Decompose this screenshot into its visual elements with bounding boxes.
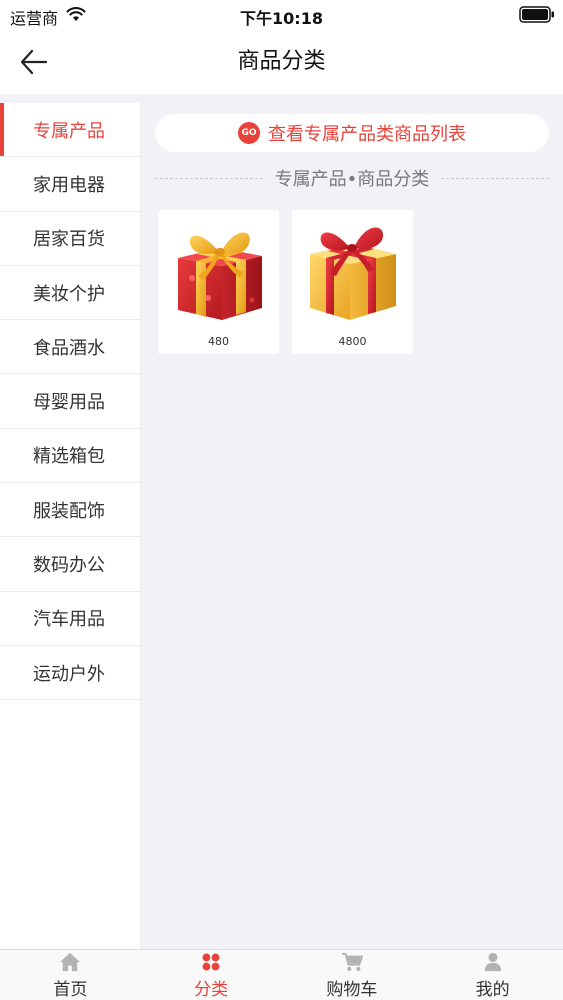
sidebar-item-beauty[interactable]: 美妆个护 <box>0 266 140 321</box>
product-card[interactable]: 4800 <box>292 210 413 354</box>
product-price: 4800 <box>338 335 367 348</box>
product-price: 480 <box>208 335 229 348</box>
sidebar-item-food-drinks[interactable]: 食品酒水 <box>0 320 140 375</box>
gold-gift-box-icon <box>310 227 396 320</box>
sidebar-item-label: 专属产品 <box>33 120 105 142</box>
tab-label: 首页 <box>53 980 88 1000</box>
category-icon <box>202 953 220 971</box>
view-all-label: 查看专属产品类商品列表 <box>268 124 466 145</box>
sidebar-item-baby[interactable]: 母婴用品 <box>0 374 140 429</box>
sidebar-item-label: 家用电器 <box>33 174 105 196</box>
tab-label: 购物车 <box>326 980 378 1000</box>
tab-label: 分类 <box>194 980 229 1000</box>
sidebar-item-apparel[interactable]: 服装配饰 <box>0 483 140 538</box>
sidebar-item-label: 母婴用品 <box>33 392 105 414</box>
nav-bar: 商品分类 <box>0 30 563 94</box>
status-bar: 运营商 下午10:18 <box>0 0 563 30</box>
cart-icon <box>341 952 363 971</box>
category-sidebar: 专属产品 家用电器 居家百货 美妆个护 食品酒水 母婴用品 精选箱包 服装配饰 … <box>0 103 141 949</box>
category-content: GO 查看专属产品类商品列表 专属产品•商品分类 480 4800 <box>141 94 563 949</box>
sidebar-item-label: 数码办公 <box>33 555 105 577</box>
tab-home[interactable]: 首页 <box>0 950 141 1000</box>
home-icon <box>60 952 81 972</box>
sidebar-item-label: 食品酒水 <box>33 337 105 359</box>
sidebar-item-bags[interactable]: 精选箱包 <box>0 429 140 484</box>
tab-label: 我的 <box>475 980 510 1000</box>
sidebar-item-label: 汽车用品 <box>33 609 105 631</box>
battery-icon <box>519 6 554 23</box>
sidebar-item-household[interactable]: 居家百货 <box>0 212 140 266</box>
section-title: 专属产品•商品分类 <box>274 169 430 190</box>
tab-category[interactable]: 分类 <box>141 950 282 1000</box>
view-all-products-button[interactable]: GO 查看专属产品类商品列表 <box>155 114 549 152</box>
sidebar-item-label: 美妆个护 <box>33 283 105 305</box>
go-icon: GO <box>238 122 260 144</box>
tab-cart[interactable]: 购物车 <box>282 950 423 1000</box>
sidebar-item-label: 服装配饰 <box>33 500 105 522</box>
page-title: 商品分类 <box>237 49 326 74</box>
status-time: 下午10:18 <box>240 9 323 28</box>
section-header: 专属产品•商品分类 <box>155 166 549 190</box>
sidebar-item-exclusive[interactable]: 专属产品 <box>0 103 140 158</box>
red-gift-box-icon <box>178 232 262 320</box>
product-grid: 480 4800 <box>158 210 413 354</box>
divider-line <box>155 177 263 179</box>
divider-line <box>441 177 549 179</box>
tab-profile[interactable]: 我的 <box>422 950 563 1000</box>
back-arrow-icon[interactable] <box>16 44 52 80</box>
sidebar-item-auto[interactable]: 汽车用品 <box>0 592 140 646</box>
tab-bar: 首页 分类 购物车 我的 <box>0 949 563 1000</box>
sidebar-item-appliances[interactable]: 家用电器 <box>0 157 140 212</box>
sidebar-item-label: 居家百货 <box>33 229 105 251</box>
sidebar-item-digital-office[interactable]: 数码办公 <box>0 537 140 592</box>
product-card[interactable]: 480 <box>158 210 279 354</box>
profile-icon <box>484 952 501 972</box>
sidebar-item-label: 精选箱包 <box>33 446 105 468</box>
sidebar-item-outdoor[interactable]: 运动户外 <box>0 646 140 701</box>
sidebar-item-label: 运动户外 <box>33 663 105 685</box>
